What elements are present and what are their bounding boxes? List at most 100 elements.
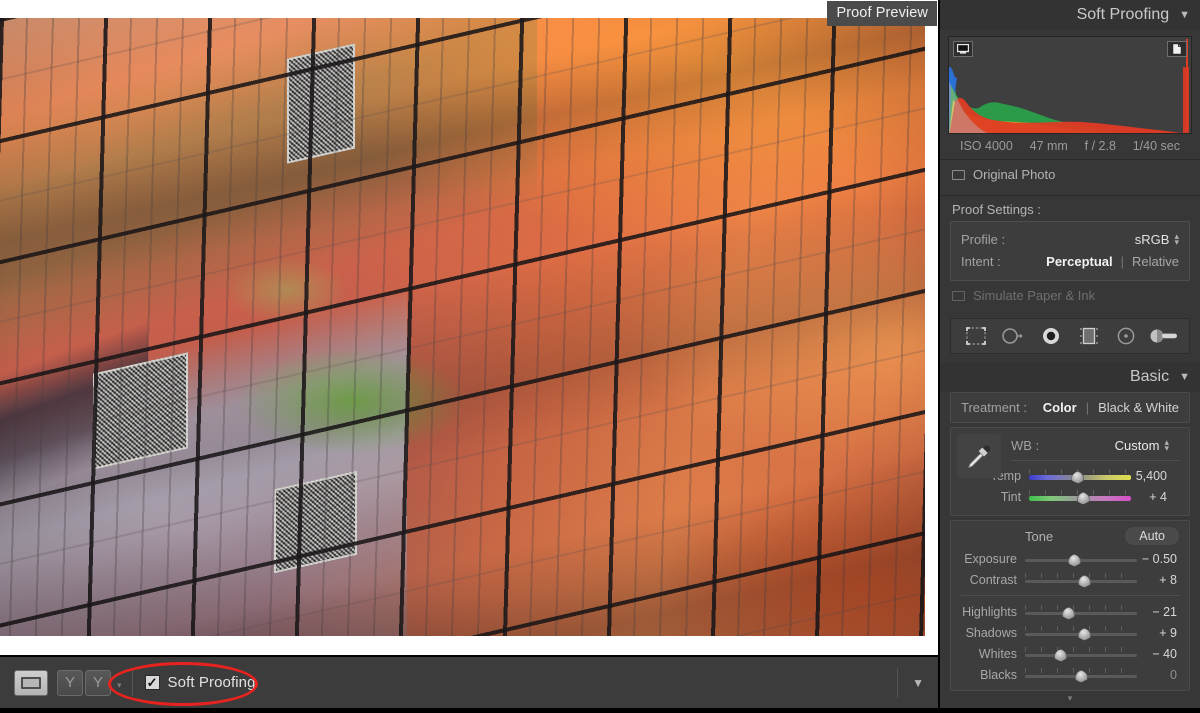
checkbox-icon[interactable]	[952, 290, 965, 301]
photo-layer-vignette	[0, 18, 925, 636]
slider-ticks	[1025, 625, 1137, 631]
checkbox-icon[interactable]	[952, 169, 965, 180]
shadow-clipping-monitor-icon[interactable]	[953, 41, 973, 57]
slider-value[interactable]: + 4	[1131, 490, 1179, 504]
slider-highlights[interactable]: Highlights − 21	[951, 601, 1189, 622]
loupe-view-glyph	[21, 676, 41, 689]
proof-settings-box: Profile : sRGB ▴ ▾ Intent : Perceptual | …	[950, 221, 1190, 281]
slider-ticks	[1025, 604, 1137, 610]
slider-exposure[interactable]: Exposure − 0.50	[951, 548, 1189, 569]
slider-value[interactable]: 5,400	[1131, 469, 1179, 483]
slider-track-area[interactable]	[1029, 468, 1131, 484]
slider-track-area[interactable]	[1029, 489, 1131, 505]
before-after-y-icon[interactable]: Y	[85, 669, 111, 696]
spot-removal-icon	[1002, 328, 1024, 344]
slider-ticks	[1025, 646, 1137, 652]
soft-proofing-toggle[interactable]: ✓ Soft Proofing	[144, 674, 256, 691]
reset-button[interactable]: Reset	[1074, 708, 1190, 713]
slider-shadows[interactable]: Shadows + 9	[951, 622, 1189, 643]
highlight-clipping-page-icon[interactable]	[1167, 41, 1187, 57]
slider-value[interactable]: − 21	[1141, 605, 1189, 619]
radial-filter-tool[interactable]	[1111, 324, 1141, 348]
white-balance-selector-eyedropper-icon[interactable]	[957, 434, 1001, 478]
histogram-section: ISO 4000 47 mm f / 2.8 1/40 sec	[940, 30, 1200, 153]
histogram[interactable]	[948, 36, 1192, 134]
white-balance-box: WB : Custom ▴ ▾ Temp 5,400 Tint + 4	[950, 427, 1190, 516]
slider-knob[interactable]	[1067, 553, 1081, 567]
toolbar-chevron-down-icon[interactable]: ▼	[912, 676, 924, 690]
slider-track-area[interactable]	[1025, 625, 1137, 641]
exif-strip: ISO 4000 47 mm f / 2.8 1/40 sec	[948, 134, 1192, 153]
slider-track-area[interactable]	[1025, 604, 1137, 620]
divider	[1011, 460, 1179, 461]
soft-proofing-panel-header[interactable]: Soft Proofing ▼	[940, 0, 1200, 30]
auto-tone-button[interactable]: Auto	[1125, 527, 1179, 545]
chevron-down-icon[interactable]: ▼	[1179, 371, 1190, 383]
intent-relative-option[interactable]: Relative	[1132, 254, 1179, 269]
exif-iso: ISO 4000	[960, 139, 1013, 153]
updown-arrows-icon[interactable]: ▴ ▾	[1164, 438, 1169, 453]
radial-filter-icon	[1118, 327, 1135, 345]
slider-contrast[interactable]: Contrast + 8	[951, 569, 1189, 590]
slider-blacks[interactable]: Blacks 0	[951, 664, 1189, 685]
image-stage[interactable]: Proof Preview	[0, 0, 938, 655]
slider-track-area[interactable]	[1025, 667, 1137, 683]
slider-value[interactable]: + 8	[1141, 573, 1189, 587]
spot-removal-tool[interactable]	[998, 324, 1028, 348]
slider-track	[1025, 653, 1137, 657]
slider-value[interactable]: − 40	[1141, 647, 1189, 661]
wb-label: WB :	[1011, 437, 1040, 453]
slider-track	[1025, 611, 1137, 615]
slider-value[interactable]: + 9	[1141, 626, 1189, 640]
intent-separator: |	[1120, 253, 1125, 269]
red-eye-correction-tool[interactable]	[1036, 324, 1066, 348]
loupe-view-icon[interactable]	[14, 669, 48, 696]
toolbar-divider	[131, 669, 133, 696]
treatment-color-option[interactable]: Color	[1043, 400, 1077, 415]
slider-whites[interactable]: Whites − 40	[951, 643, 1189, 664]
graduated-filter-tool[interactable]	[1074, 324, 1104, 348]
slider-track-area[interactable]	[1025, 572, 1137, 588]
slider-label: Exposure	[964, 551, 1017, 566]
exif-aperture: f / 2.8	[1084, 139, 1116, 153]
slider-value[interactable]: − 0.50	[1141, 552, 1189, 566]
compare-mode-chevron-down-icon[interactable]: ▾	[117, 680, 122, 691]
exif-focal-length: 47 mm	[1029, 139, 1068, 153]
original-photo-toggle[interactable]: Original Photo	[940, 160, 1200, 189]
panel-collapse-chevron-icon[interactable]: ▾	[940, 693, 1200, 704]
slider-label: Shadows	[965, 625, 1017, 640]
exif-shutter-speed: 1/40 sec	[1132, 139, 1180, 153]
basic-panel-header[interactable]: Basic ▼	[940, 362, 1200, 392]
wb-value-group[interactable]: Custom ▴ ▾	[1115, 438, 1169, 453]
previous-button[interactable]: Previous	[950, 708, 1066, 713]
simulate-paper-ink-toggle[interactable]: Simulate Paper & Ink	[940, 281, 1200, 310]
soft-proofing-panel-title: Soft Proofing	[1076, 6, 1170, 23]
wb-value: Custom	[1114, 437, 1160, 453]
crop-icon	[965, 327, 986, 345]
chevron-down-icon[interactable]: ▼	[1179, 9, 1190, 21]
profile-row[interactable]: Profile : sRGB ▴ ▾	[961, 228, 1179, 250]
treatment-separator: |	[1085, 400, 1090, 415]
updown-arrows-icon[interactable]: ▴ ▾	[1174, 232, 1179, 247]
slider-tint[interactable]: Tint + 4	[961, 486, 1179, 507]
crop-overlay-tool[interactable]	[961, 324, 991, 348]
histogram-canvas	[949, 66, 1189, 133]
slider-track-area[interactable]	[1025, 646, 1137, 662]
photo-preview[interactable]	[0, 18, 925, 636]
soft-proofing-checkbox[interactable]: ✓	[144, 675, 160, 690]
tone-title: Tone	[1025, 528, 1054, 544]
treatment-black-white-option[interactable]: Black & White	[1098, 400, 1179, 415]
divider	[961, 595, 1179, 596]
slider-label: Highlights	[962, 604, 1017, 619]
tool-strip	[950, 318, 1190, 354]
intent-perceptual-option[interactable]: Perceptual	[1046, 254, 1112, 269]
adjustment-brush-tool[interactable]	[1149, 324, 1179, 348]
slider-value[interactable]: 0	[1141, 668, 1189, 682]
slider-track-area[interactable]	[1025, 551, 1137, 567]
slider-label: Blacks	[980, 667, 1017, 682]
profile-value-group[interactable]: sRGB ▴ ▾	[1135, 232, 1179, 247]
soft-proofing-label: Soft Proofing	[167, 674, 256, 691]
original-photo-label: Original Photo	[973, 167, 1056, 182]
bottom-toolbar: Y Y ▾ ✓ Soft Proofing ▼	[0, 655, 938, 713]
before-after-y-icon[interactable]: Y	[57, 669, 83, 696]
